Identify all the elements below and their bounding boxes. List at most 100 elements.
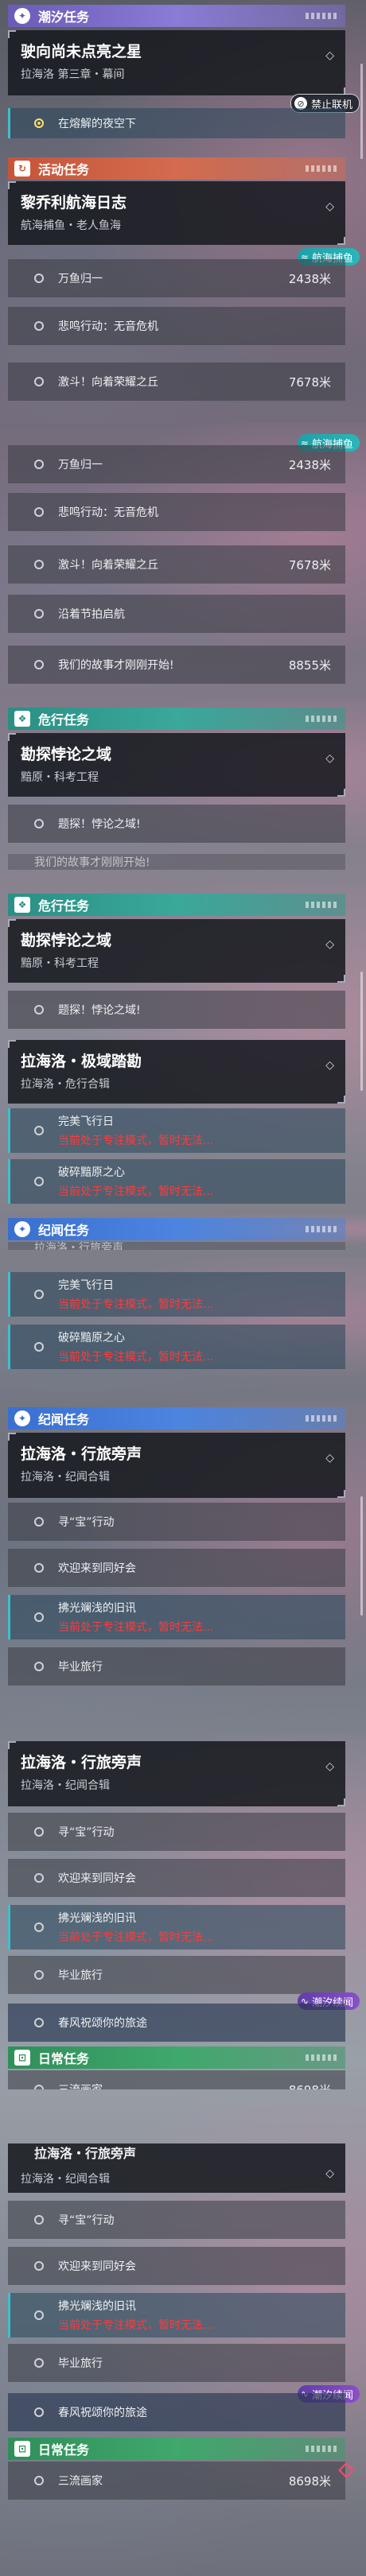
quest-subtitle: 拉海洛 第三章・幕间 — [21, 68, 125, 81]
event-step-row[interactable]: 我们的故事才刚刚开始! 8855米 — [8, 646, 345, 684]
scrollbar[interactable] — [360, 64, 363, 159]
danger-quest-card[interactable]: 勘探悖论之域 黯原・科考工程 ◇ — [8, 919, 345, 983]
danger-section-header[interactable]: ❖ 危行任务 — [8, 708, 345, 730]
quest-title: 驶向尚未点亮之星 — [21, 43, 142, 60]
scrollbar[interactable] — [360, 972, 363, 1091]
event-step-row[interactable]: 悲鸣行动：无音危机 — [8, 493, 345, 531]
daily-icon: ⊡ — [14, 2441, 30, 2457]
slice-9: 拉海洛・行旅旁声 拉海洛・纪闻合辑 ◇ 寻“宝”行动 欢迎来到同好会 拂光斓浅的… — [0, 2099, 366, 2576]
circle-icon — [34, 2085, 44, 2089]
travel-step-row[interactable]: 拂光斓浅的旧讯 当前处于专注模式，暂时无法... — [8, 1595, 345, 1639]
travel-step-row[interactable]: 寻“宝”行动 — [8, 2201, 345, 2239]
circle-icon — [34, 1922, 44, 1932]
event-quest-card[interactable]: 黎乔利航海日志 航海捕鱼・老人鱼海 ◇ — [8, 181, 345, 245]
tide-section-label: 潮汐任务 — [38, 10, 90, 25]
circle-icon — [34, 1970, 44, 1980]
extreme-step-row[interactable]: 破碎黯原之心 当前处于专注模式，暂时无法... — [8, 1159, 345, 1204]
focus-mode-warning: 当前处于专注模式，暂时无法... — [58, 1621, 214, 1634]
circle-icon — [34, 1517, 44, 1527]
travel-step-row[interactable]: 欢迎来到同好会 — [8, 2247, 345, 2285]
focus-mode-warning: 当前处于专注模式，暂时无法... — [58, 1351, 214, 1364]
travel-step-row[interactable]: 欢迎来到同好会 — [8, 1549, 345, 1587]
collapse-icon[interactable]: ◇ — [325, 938, 334, 951]
travel-quest-card[interactable]: 拉海洛・纪闻合辑 ◇ — [8, 2161, 345, 2193]
extreme-step-row[interactable]: 完美飞行日 当前处于专注模式，暂时无法... — [8, 1108, 345, 1153]
daily-quest-row[interactable]: 三流画家 8698米 — [8, 2462, 345, 2500]
partial-row: 拉海洛・行旅旁声 — [8, 2143, 345, 2161]
tide-step-row[interactable]: 在熔解的夜空下 — [8, 108, 345, 138]
travel-step-row[interactable]: 寻“宝”行动 — [8, 1503, 345, 1541]
tide-quest-card[interactable]: 驶向尚未点亮之星 拉海洛 第三章・幕间 ◇ — [8, 30, 345, 95]
circle-icon — [34, 1005, 44, 1014]
extreme-step-row[interactable]: 破碎黯原之心 当前处于专注模式，暂时无法... — [8, 1325, 345, 1369]
extreme-quest-card[interactable]: 拉海洛・极域踏勘 拉海洛・危行合辑 ◇ — [8, 1040, 345, 1104]
event-step-row[interactable]: 沿着节拍启航 — [8, 595, 345, 633]
daily-section-header[interactable]: ⊡ 日常任务 — [8, 2438, 345, 2460]
travel-step-row[interactable]: 寻“宝”行动 — [8, 1813, 345, 1851]
event-step-row[interactable]: 悲鸣行动：无音危机 — [8, 307, 345, 345]
slice-5: ✦ 纪闻任务 拉海洛・行旅旁声 — [0, 1215, 366, 1250]
travel-quest-card[interactable]: 拉海洛・行旅旁声 拉海洛・纪闻合辑 ◇ — [8, 1741, 345, 1806]
collapse-icon[interactable]: ◇ — [325, 1760, 334, 1773]
circle-icon — [34, 560, 44, 569]
danger-quest-card[interactable]: 勘探悖论之域 黯原・科考工程 ◇ — [8, 733, 345, 797]
focus-mode-warning: 当前处于专注模式，暂时无法... — [58, 1185, 214, 1198]
circle-icon — [34, 2215, 44, 2225]
distance: 8855米 — [288, 658, 331, 673]
event-step-row[interactable]: 激斗！向着荣耀之丘 7678米 — [8, 363, 345, 401]
chron-section-header[interactable]: ✦ 纪闻任务 — [8, 1407, 345, 1430]
collapse-icon[interactable]: ◇ — [325, 1452, 334, 1465]
travel-step-row[interactable]: 毕业旅行 — [8, 1956, 345, 1994]
deco-stripes — [306, 1226, 337, 1232]
collapse-icon[interactable]: ◇ — [325, 2167, 334, 2180]
event-step-row[interactable]: 万鱼归一 2438米 — [8, 259, 345, 297]
deco-stripes — [306, 2446, 337, 2452]
travel-step-row[interactable]: 毕业旅行 — [8, 1647, 345, 1686]
travel-step-row[interactable]: 拂光斓浅的旧讯 当前处于专注模式，暂时无法... — [8, 2293, 345, 2337]
slice-7: ✦ 纪闻任务 拉海洛・行旅旁声 拉海洛・纪闻合辑 ◇ 寻“宝”行动 欢迎来到同好… — [0, 1401, 366, 1732]
event-step-row[interactable]: 万鱼归一 2438米 — [8, 445, 345, 483]
collapse-icon[interactable]: ◇ — [325, 200, 334, 213]
step-label: 在熔解的夜空下 — [58, 118, 136, 130]
daily-quest-row[interactable]: 三流画家 8698米 — [8, 2070, 345, 2089]
quest-subtitle: 拉海洛・纪闻合辑 — [21, 1471, 110, 1484]
tide-icon: ✦ — [14, 8, 30, 24]
daily-icon: ⊡ — [14, 2050, 30, 2066]
chron-section-header[interactable]: ✦ 纪闻任务 — [8, 1218, 345, 1240]
danger-section-header[interactable]: ❖ 危行任务 — [8, 894, 345, 916]
circle-icon — [34, 1126, 44, 1135]
spring-quest-row[interactable]: 春风祝颂你的旅途 — [8, 2393, 345, 2431]
distance: 8698米 — [289, 2081, 331, 2090]
slice-2: ≈ 航海捕鱼 万鱼归一 2438米 悲鸣行动：无音危机 激斗！向着荣耀之丘 76… — [0, 423, 366, 690]
quest-title: 勘探悖论之域 — [21, 746, 112, 763]
quest-subtitle: 拉海洛・危行合辑 — [21, 1078, 110, 1091]
circle-icon — [34, 507, 44, 517]
circle-icon — [34, 274, 44, 283]
danger-step-row[interactable]: 题探！悖论之域! — [8, 991, 345, 1029]
focus-mode-warning: 当前处于专注模式，暂时无法... — [58, 1135, 214, 1147]
tracked-circle-icon — [34, 118, 44, 128]
collapse-icon[interactable]: ◇ — [325, 752, 334, 765]
deco-stripes — [306, 13, 337, 19]
quest-subtitle: 航海捕鱼・老人鱼海 — [21, 219, 121, 232]
spring-quest-row[interactable]: 春风祝颂你的旅途 — [8, 2004, 345, 2042]
travel-step-row[interactable]: 欢迎来到同好会 — [8, 1859, 345, 1897]
focus-mode-warning: 当前处于专注模式，暂时无法... — [58, 1298, 214, 1311]
collapse-icon[interactable]: ◇ — [325, 49, 334, 62]
quest-subtitle: 黯原・科考工程 — [21, 957, 99, 970]
travel-quest-card[interactable]: 拉海洛・行旅旁声 拉海洛・纪闻合辑 ◇ — [8, 1433, 345, 1498]
extreme-step-row[interactable]: 完美飞行日 当前处于专注模式，暂时无法... — [8, 1272, 345, 1317]
event-step-row[interactable]: 激斗！向着荣耀之丘 7678米 — [8, 545, 345, 584]
deco-stripes — [306, 902, 337, 908]
circle-icon — [34, 1563, 44, 1573]
collapse-icon[interactable]: ◇ — [325, 1059, 334, 1072]
daily-section-header[interactable]: ⊡ 日常任务 — [8, 2046, 345, 2069]
deco-stripes — [306, 1415, 337, 1422]
scrollbar[interactable] — [360, 1496, 363, 1616]
quest-title: 黎乔利航海日志 — [21, 194, 127, 211]
event-section-header[interactable]: ↻ 活动任务 — [8, 157, 345, 180]
travel-step-row[interactable]: 毕业旅行 — [8, 2344, 345, 2382]
danger-step-row[interactable]: 题探！悖论之域! — [8, 805, 345, 843]
travel-step-row[interactable]: 拂光斓浅的旧讯 当前处于专注模式，暂时无法... — [8, 1905, 345, 1949]
tide-section-header[interactable]: ✦ 潮汐任务 — [8, 5, 345, 27]
